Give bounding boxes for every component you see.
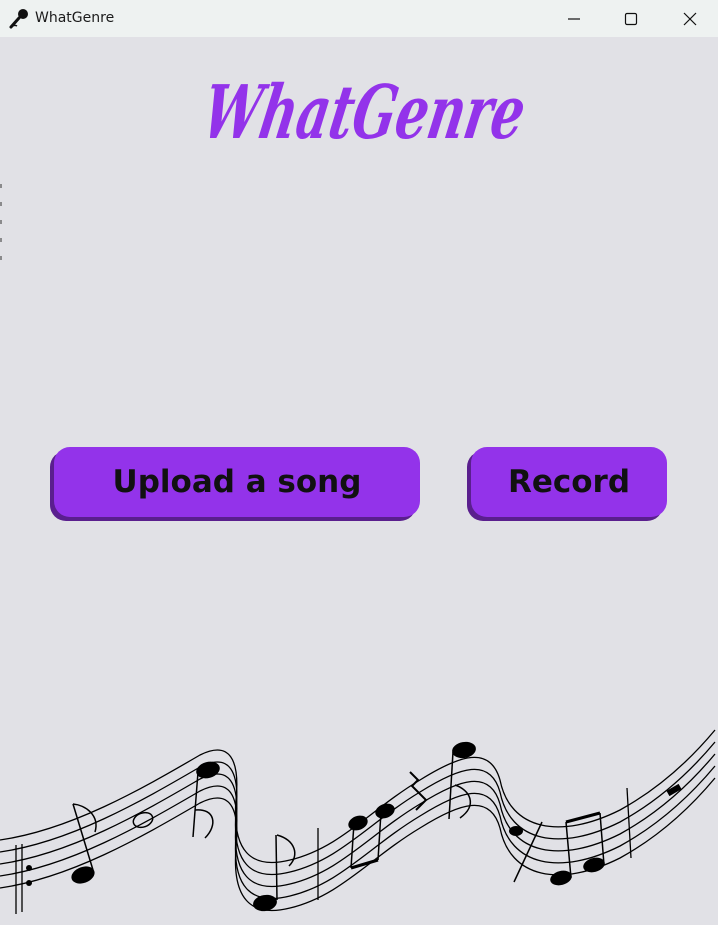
window-title: WhatGenre bbox=[35, 10, 115, 26]
microphone-icon bbox=[9, 9, 28, 29]
title-bar: WhatGenre bbox=[0, 0, 718, 37]
maximize-button[interactable] bbox=[603, 0, 659, 37]
close-icon bbox=[683, 12, 697, 25]
app-logo: WhatGenre bbox=[197, 69, 532, 156]
minimize-icon bbox=[568, 17, 580, 20]
logo-text: WhatGenre bbox=[197, 69, 532, 156]
minimize-button[interactable] bbox=[546, 0, 602, 37]
upload-song-button[interactable]: Upload a song bbox=[54, 447, 420, 517]
record-button[interactable]: Record bbox=[471, 447, 667, 517]
maximize-icon bbox=[624, 12, 638, 25]
music-staff-icon bbox=[0, 729, 716, 914]
decorative-ticks bbox=[0, 184, 2, 260]
close-button[interactable] bbox=[662, 0, 718, 37]
